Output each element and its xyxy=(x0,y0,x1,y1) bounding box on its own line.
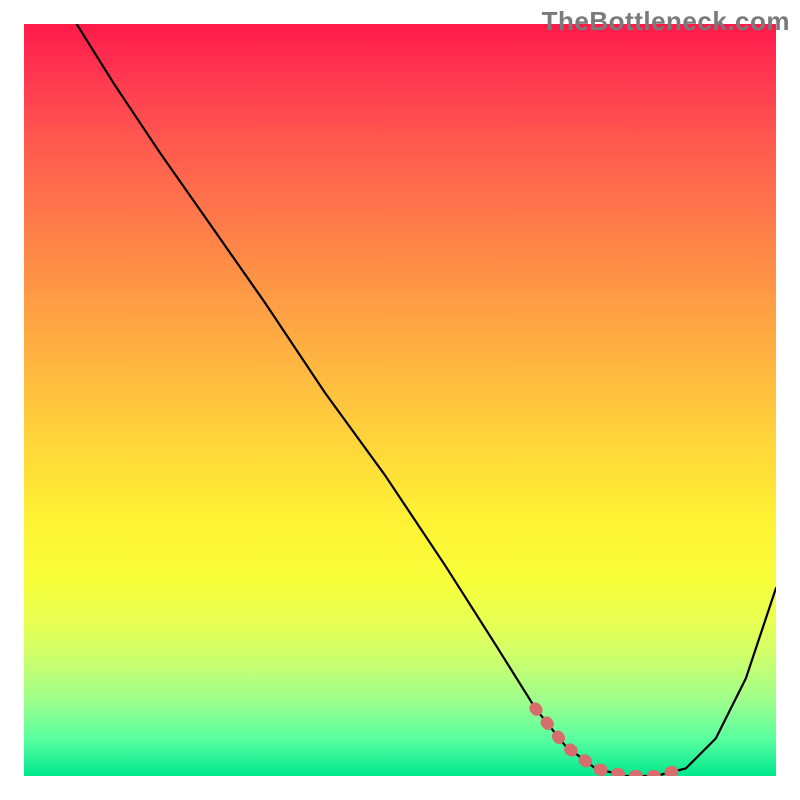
bottleneck-curve xyxy=(77,24,776,776)
optimal-range-highlight xyxy=(535,708,685,776)
plot-area xyxy=(24,24,776,776)
watermark-text: TheBottleneck.com xyxy=(542,6,790,37)
curve-layer xyxy=(24,24,776,776)
bottleneck-chart: TheBottleneck.com xyxy=(0,0,800,800)
